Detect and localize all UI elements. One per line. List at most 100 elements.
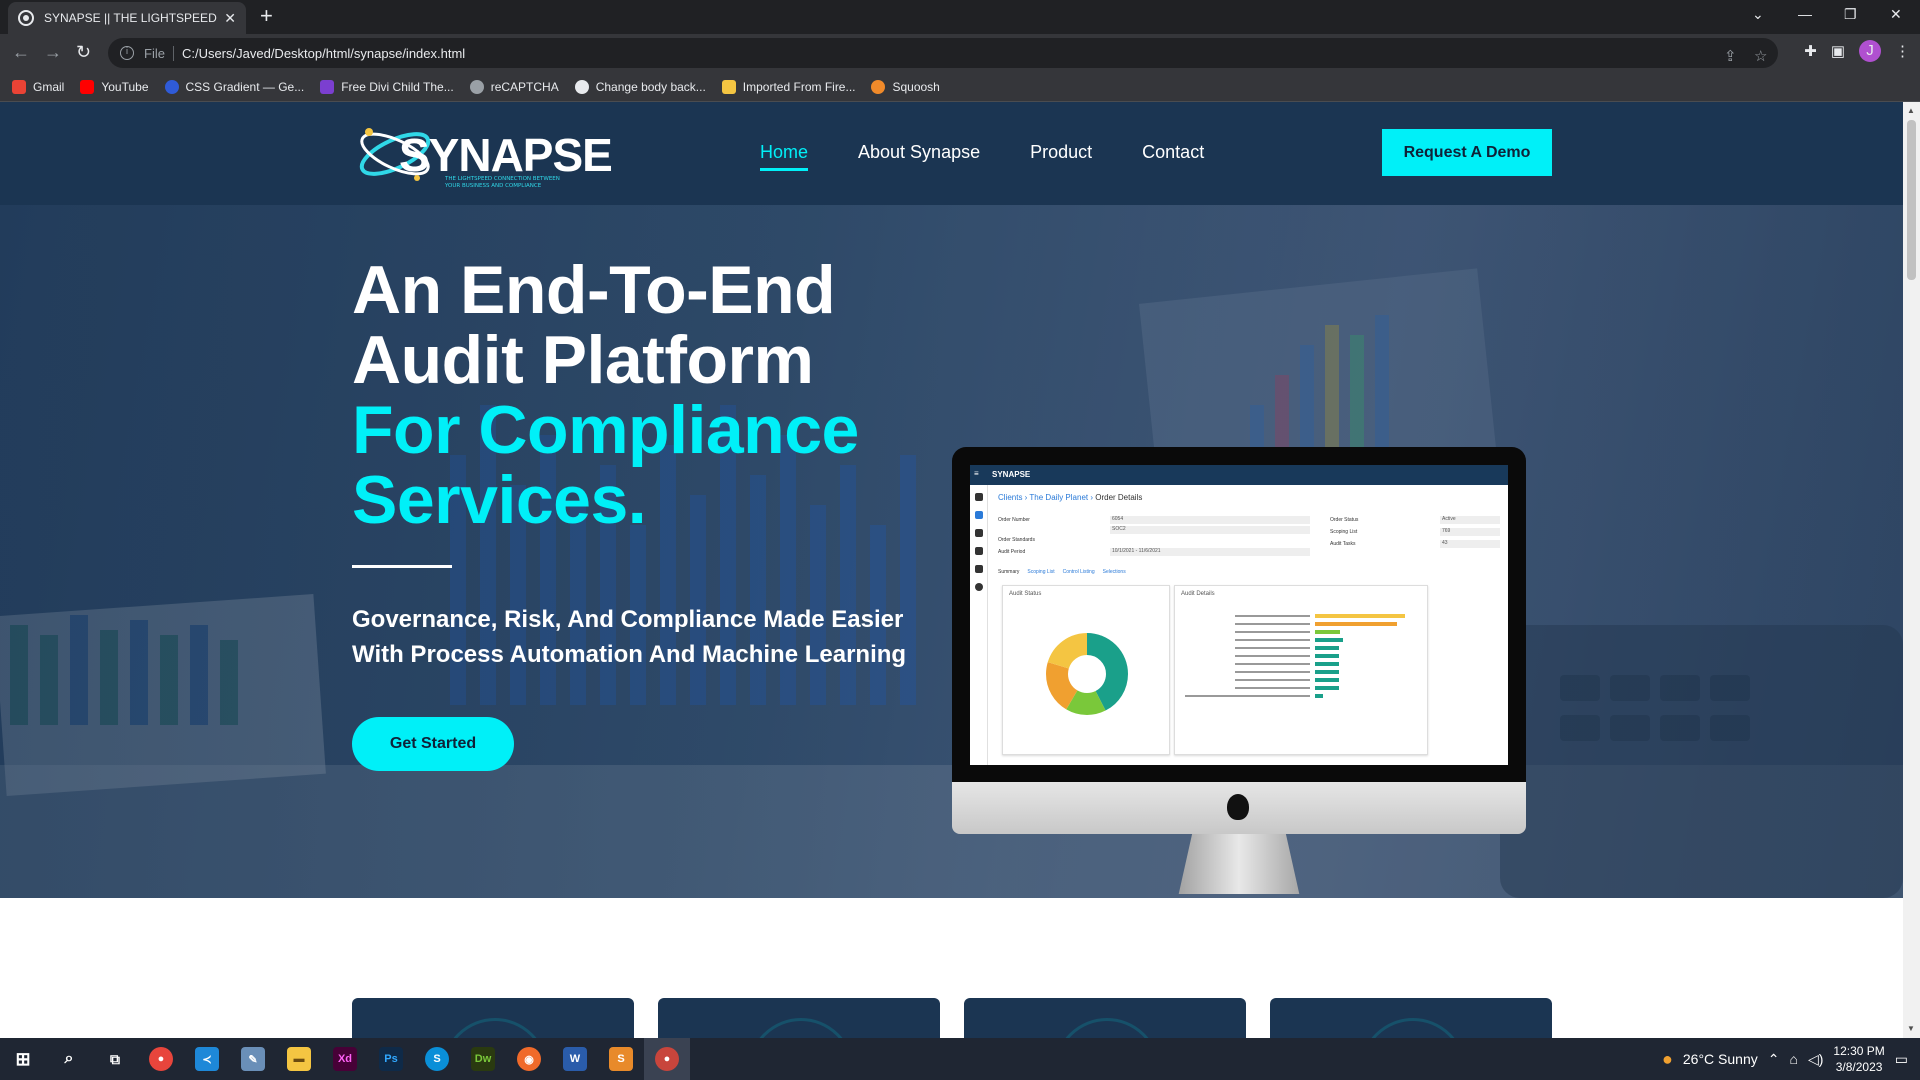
scroll-down-icon[interactable]: ▼	[1907, 1024, 1915, 1033]
photoshop-icon[interactable]: Ps	[368, 1038, 414, 1080]
github-icon	[574, 79, 589, 94]
network-icon[interactable]: ⌂	[1789, 1051, 1797, 1067]
share-icon[interactable]: ⇪	[1724, 47, 1737, 65]
feature-card[interactable]	[964, 998, 1246, 1038]
clipboard-icon	[975, 529, 983, 537]
new-tab-button[interactable]: +	[260, 4, 273, 28]
card-title: Audit Status	[1009, 591, 1042, 597]
dreamweaver-icon[interactable]: Dw	[460, 1038, 506, 1080]
weather-sun-icon[interactable]: ●	[1662, 1049, 1673, 1070]
minimize-button[interactable]: —	[1798, 6, 1812, 22]
url-text[interactable]: C:/Users/Javed/Desktop/html/synapse/inde…	[182, 46, 465, 61]
apple-logo-icon	[1227, 794, 1249, 820]
tray-chevron-icon[interactable]: ⌃	[1768, 1051, 1780, 1068]
close-tab-icon[interactable]: ✕	[224, 10, 236, 27]
synapse-logo[interactable]: SYNAPSE THE LIGHTSPEED CONNECTION BETWEE…	[355, 116, 613, 192]
scroll-up-icon[interactable]: ▲	[1907, 106, 1915, 115]
nav-home[interactable]: Home	[760, 142, 809, 171]
document-icon	[975, 565, 983, 573]
extensions-puzzle-icon[interactable]: ✚	[1804, 42, 1817, 60]
folder-icon	[721, 79, 736, 94]
app-topbar: ≡ SYNAPSE	[970, 465, 1508, 485]
windows-start-icon[interactable]: ⊞	[0, 1038, 46, 1080]
nav-product[interactable]: Product	[1030, 142, 1092, 163]
search-icon[interactable]: ⌕	[46, 1038, 92, 1080]
clock[interactable]: 12:30 PM 3/8/2023	[1833, 1043, 1884, 1075]
hero-heading-line-3: For Compliance	[352, 392, 859, 468]
audit-status-card: Audit Status	[1002, 585, 1170, 755]
subtab-selections: Selections	[1102, 569, 1126, 575]
skype-icon[interactable]: S	[414, 1038, 460, 1080]
bookmark-star-icon[interactable]: ☆	[1754, 47, 1767, 65]
app-screenshot: ≡ SYNAPSE Clients › The Daily Planet › O…	[970, 465, 1508, 765]
page-scrollbar[interactable]: ▲ ▼	[1903, 102, 1920, 1038]
browser-tab[interactable]: SYNAPSE || THE LIGHTSPEED CONNECTION ✕	[8, 2, 246, 34]
hero-divider	[352, 565, 452, 568]
notifications-icon[interactable]: ▭	[1895, 1051, 1908, 1068]
bookmark-youtube[interactable]: YouTube	[80, 79, 149, 94]
monitor-chin	[952, 782, 1526, 834]
reload-icon[interactable]: ↻	[76, 42, 91, 62]
volume-icon[interactable]: ◁)	[1808, 1051, 1823, 1068]
monitor-bezel: ≡ SYNAPSE Clients › The Daily Planet › O…	[952, 447, 1526, 782]
logo-wordmark: SYNAPSE	[399, 129, 613, 181]
hero-heading-line-2: Audit Platform	[352, 322, 814, 398]
forward-arrow-icon[interactable]: →	[44, 42, 62, 62]
divi-icon	[320, 79, 335, 94]
sublime-icon[interactable]: S	[598, 1038, 644, 1080]
side-panel-icon[interactable]: ▣	[1831, 42, 1845, 60]
restore-button[interactable]: ❐	[1844, 6, 1857, 23]
monitor-stand	[1178, 834, 1300, 894]
word-icon[interactable]: W	[552, 1038, 598, 1080]
bookmark-imported-folder[interactable]: Imported From Fire...	[721, 79, 855, 94]
file-explorer-icon[interactable]: ▬	[276, 1038, 322, 1080]
tab-search-icon[interactable]: ⌄	[1752, 6, 1764, 23]
info-icon[interactable]: i	[120, 46, 134, 60]
firefox-icon[interactable]: ◉	[506, 1038, 552, 1080]
hero-text-block: An End-To-End Audit Platform For Complia…	[352, 255, 952, 771]
get-started-button[interactable]: Get Started	[352, 717, 514, 771]
field-value: 769	[1440, 528, 1500, 536]
menu-dots-icon[interactable]: ⋮	[1895, 42, 1910, 60]
vscode-icon[interactable]: ≺	[184, 1038, 230, 1080]
squoosh-icon	[871, 79, 886, 94]
feature-card[interactable]	[352, 998, 634, 1038]
weather-text[interactable]: 26°C Sunny	[1683, 1051, 1758, 1067]
donut-chart-icon	[1046, 633, 1128, 715]
chrome-icon[interactable]: ●	[138, 1038, 184, 1080]
crumb-clients: Clients	[998, 493, 1023, 502]
nav-about-synapse[interactable]: About Synapse	[858, 142, 980, 163]
bookmark-gmail[interactable]: Gmail	[12, 79, 64, 94]
main-nav: Home About Synapse Product Contact	[760, 142, 1204, 171]
chrome-profile-icon[interactable]: ●	[644, 1038, 690, 1080]
feature-card[interactable]	[1270, 998, 1552, 1038]
imac-mockup: ≡ SYNAPSE Clients › The Daily Planet › O…	[952, 447, 1526, 898]
bookmark-squoosh[interactable]: Squoosh	[871, 79, 940, 94]
notes-icon[interactable]: ✎	[230, 1038, 276, 1080]
bookmark-css-gradient[interactable]: CSS Gradient — Ge...	[164, 79, 304, 94]
request-demo-button[interactable]: Request A Demo	[1382, 129, 1552, 176]
card-title: Audit Details	[1181, 591, 1215, 597]
dashboard-icon	[975, 493, 983, 501]
bookmark-change-body[interactable]: Change body back...	[574, 79, 706, 94]
task-view-icon[interactable]: ⧉	[92, 1038, 138, 1080]
bookmark-recaptcha[interactable]: reCAPTCHA	[469, 79, 559, 94]
nav-contact[interactable]: Contact	[1142, 142, 1204, 163]
close-window-button[interactable]: ✕	[1890, 6, 1902, 23]
scroll-thumb[interactable]	[1907, 120, 1916, 280]
back-arrow-icon[interactable]: ←	[12, 42, 30, 62]
omnibox[interactable]: i File C:/Users/Javed/Desktop/html/synap…	[108, 38, 1778, 68]
orders-icon	[975, 511, 983, 519]
youtube-icon	[80, 79, 95, 94]
hamburger-icon: ≡	[974, 469, 979, 478]
adobe-xd-icon[interactable]: Xd	[322, 1038, 368, 1080]
url-scheme: File	[144, 45, 174, 61]
audit-details-card: Audit Details	[1174, 585, 1428, 755]
app-logo: SYNAPSE	[992, 470, 1031, 479]
clock-time: 12:30 PM	[1833, 1044, 1885, 1058]
bookmark-divi-child[interactable]: Free Divi Child The...	[320, 79, 454, 94]
bookmarks-bar: Gmail YouTube CSS Gradient — Ge... Free …	[0, 72, 1920, 102]
profile-avatar[interactable]: J	[1859, 40, 1881, 62]
field-value: SOC2	[1110, 526, 1310, 534]
feature-card[interactable]	[658, 998, 940, 1038]
